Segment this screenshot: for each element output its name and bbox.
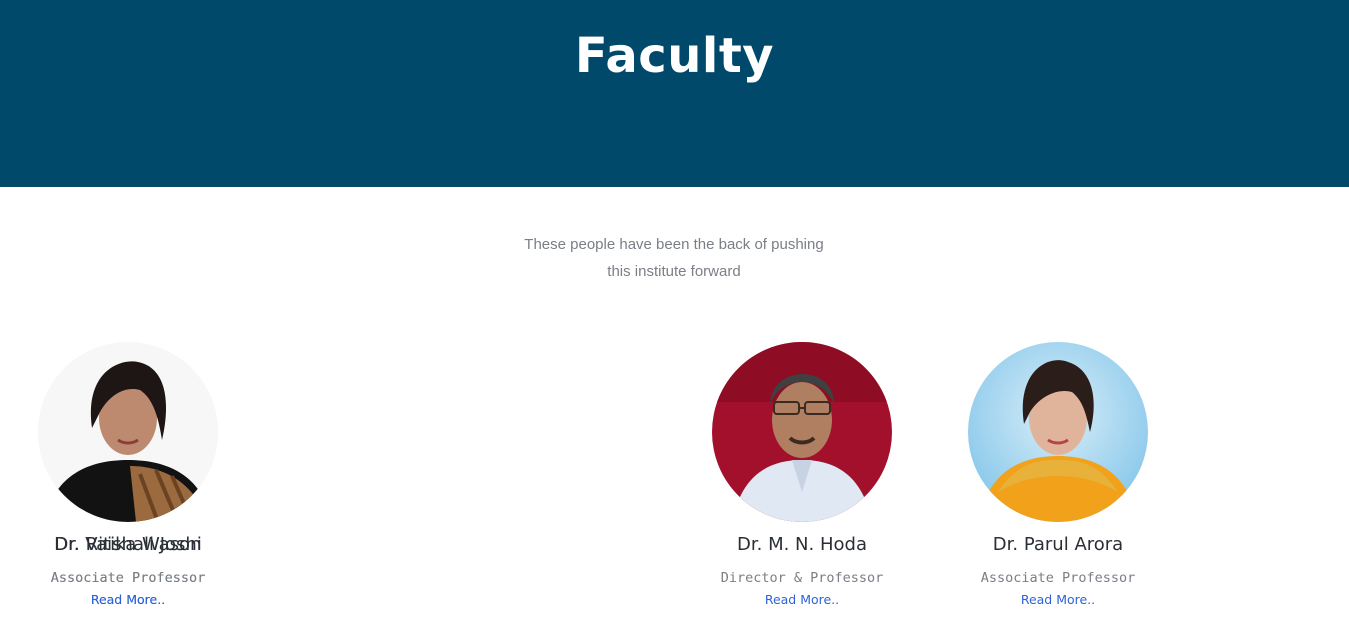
faculty-name: Dr. M. N. Hoda	[737, 534, 867, 555]
faculty-intro: These people have been the back of pushi…	[474, 231, 874, 285]
faculty-name: Dr. Parul Arora	[992, 534, 1124, 555]
faculty-card: Dr. Ritika Wason Associate Professor Rea…	[0, 342, 256, 612]
page-header: Faculty	[0, 0, 1349, 187]
read-more-link[interactable]: Read More..	[930, 592, 1186, 607]
read-more-link[interactable]: Read More..	[674, 592, 930, 607]
faculty-intro-line-1: These people have been the back of pushi…	[524, 236, 824, 253]
faculty-photo	[968, 342, 1148, 522]
faculty-photo	[38, 342, 218, 522]
faculty-role: Associate Professor	[980, 570, 1136, 586]
faculty-role: Associate Professor	[50, 570, 206, 586]
page-title: Faculty	[574, 28, 775, 84]
faculty-card: Dr. M. N. Hoda Director & Professor Read…	[674, 342, 930, 612]
faculty-card: Dr. Parul Arora Associate Professor Read…	[930, 342, 1186, 612]
faculty-name: Dr. Ritika Wason	[54, 534, 202, 555]
faculty-intro-line-2: this institute forward	[607, 263, 741, 280]
read-more-link[interactable]: Read More..	[0, 592, 256, 607]
faculty-role: Director & Professor	[720, 570, 884, 586]
faculty-photo	[712, 342, 892, 522]
